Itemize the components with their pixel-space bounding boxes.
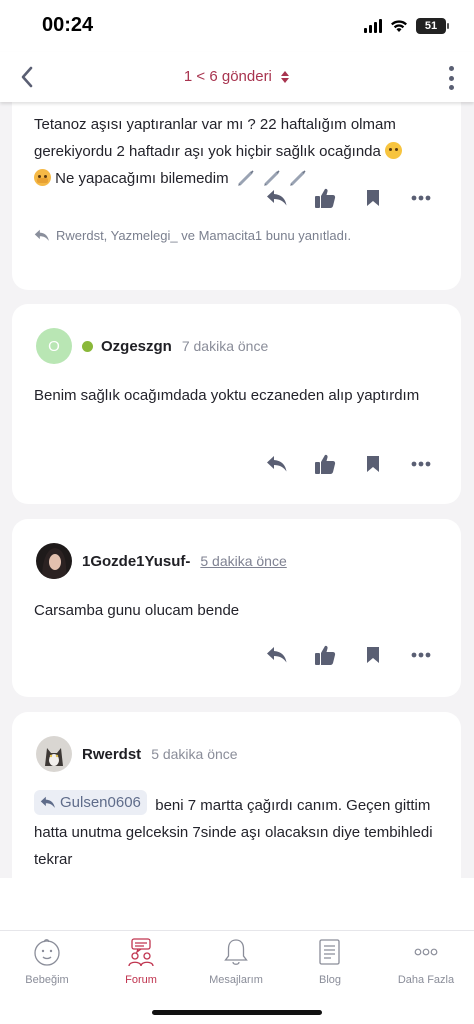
post-header: O Ozgeszgn 7 dakika önce <box>36 328 268 364</box>
bookmark-icon <box>367 647 379 663</box>
tab-label: Mesajlarım <box>209 974 263 986</box>
post-header: 1Gozde1Yusuf- 5 dakika önce <box>36 543 287 579</box>
fearful-face-emoji-icon <box>34 169 51 186</box>
post-text: Carsamba gunu olucam bende <box>34 602 240 619</box>
reply-button[interactable] <box>265 186 289 210</box>
username[interactable]: 1Gozde1Yusuf- <box>82 553 190 570</box>
post-actions <box>265 643 433 667</box>
avatar[interactable] <box>36 736 72 772</box>
dot <box>448 75 454 81</box>
bookmark-button[interactable] <box>361 452 385 476</box>
tab-blog[interactable]: Blog <box>290 937 370 986</box>
tab-label: Bebeğim <box>25 974 69 986</box>
syringe-emoji-icon <box>290 170 306 186</box>
post-text-part: Ne yapacağımı bilemedim <box>55 170 229 187</box>
username[interactable]: Ozgeszgn <box>101 338 172 355</box>
page-selector[interactable]: 1 < 6 gönderi <box>0 68 474 85</box>
sort-arrows-icon <box>281 71 290 84</box>
user-photo-avatar <box>36 543 72 579</box>
syringe-emoji-icon <box>237 170 254 186</box>
reply-icon <box>40 796 55 808</box>
reply-icon <box>267 190 287 206</box>
avatar-letter: O <box>48 337 60 355</box>
bell-icon <box>220 937 252 967</box>
tab-label: Forum <box>125 974 157 986</box>
wifi-icon <box>391 20 407 32</box>
more-options-button[interactable] <box>442 64 460 92</box>
status-icons: 51 <box>364 18 449 34</box>
bookmark-button[interactable] <box>361 186 385 210</box>
status-time: 00:24 <box>42 14 94 36</box>
tab-forum[interactable]: Forum <box>101 937 181 986</box>
post-actions <box>265 186 433 210</box>
tab-daha-fazla[interactable]: Daha Fazla <box>386 937 466 986</box>
post-header: Rwerdst 5 dakika önce <box>36 736 238 772</box>
like-button[interactable] <box>313 186 337 210</box>
tab-label: Blog <box>318 974 342 986</box>
like-button[interactable] <box>313 643 337 667</box>
dot <box>448 66 454 71</box>
more-horizontal-icon <box>411 461 431 467</box>
pleading-face-emoji-icon <box>385 142 403 159</box>
home-indicator <box>152 1010 322 1015</box>
more-horizontal-icon <box>411 195 431 201</box>
post-text: Benim sağlık ocağımdada yoktu eczaneden … <box>34 387 420 404</box>
tab-mesajlarim[interactable]: Mesajlarım <box>196 937 276 986</box>
battery-icon: 51 <box>416 18 449 34</box>
nav-bar: 1 < 6 gönderi <box>0 52 474 102</box>
reply-button[interactable] <box>265 452 289 476</box>
bookmark-icon <box>367 190 379 206</box>
reply-icon <box>267 456 287 472</box>
avatar[interactable]: O <box>36 328 72 364</box>
more-actions-button[interactable] <box>409 643 433 667</box>
reply-icon <box>267 647 287 663</box>
replied-by-text: Rwerdst, Yazmelegi_ ve Mamacita1 bunu ya… <box>56 228 352 243</box>
status-bar: 00:24 51 <box>0 0 474 52</box>
thumbs-up-icon <box>315 454 336 474</box>
cellular-signal-icon <box>364 19 382 33</box>
page-title: 1 < 6 gönderi <box>183 68 272 85</box>
thumbs-up-icon <box>315 645 336 665</box>
tab-label: Daha Fazla <box>397 974 455 986</box>
reply-icon <box>34 229 49 241</box>
avatar[interactable] <box>36 543 72 579</box>
battery-level: 51 <box>424 20 438 32</box>
more-actions-button[interactable] <box>409 452 433 476</box>
cat-photo-avatar <box>36 736 72 772</box>
tab-bebegim[interactable]: Bebeğim <box>7 937 87 986</box>
post-list: Tetanoz aşısı yaptıranlar var mı ? 22 ha… <box>0 102 474 878</box>
post-actions <box>265 452 433 476</box>
quoted-username: Gulsen0606 <box>60 794 141 811</box>
reply-button[interactable] <box>265 643 289 667</box>
dot <box>448 85 454 90</box>
post-card: Rwerdst 5 dakika önce Gulsen0606 beni 7 … <box>12 712 461 878</box>
online-status-indicator <box>82 340 93 352</box>
quoted-user-chip[interactable]: Gulsen0606 <box>34 790 147 815</box>
post-card: Tetanoz aşısı yaptıranlar var mı ? 22 ha… <box>12 102 461 290</box>
post-card: 1Gozde1Yusuf- 5 dakika önce Carsamba gun… <box>12 519 461 697</box>
username[interactable]: Rwerdst <box>82 746 141 763</box>
more-dots-icon <box>410 937 442 967</box>
post-text-part: Tetanoz aşısı yaptıranlar var mı ? 22 ha… <box>34 116 396 160</box>
baby-face-icon <box>31 937 63 967</box>
thumbs-up-icon <box>315 188 336 208</box>
like-button[interactable] <box>313 452 337 476</box>
post-card: O Ozgeszgn 7 dakika önce Benim sağlık oc… <box>12 304 461 504</box>
post-time[interactable]: 5 dakika önce <box>200 553 286 569</box>
replied-by-line[interactable]: Rwerdst, Yazmelegi_ ve Mamacita1 bunu ya… <box>34 228 351 243</box>
bookmark-button[interactable] <box>361 643 385 667</box>
post-time: 5 dakika önce <box>151 746 238 762</box>
content-footer-space <box>0 878 474 930</box>
post-text: Tetanoz aşısı yaptıranlar var mı ? 22 ha… <box>34 111 443 192</box>
more-horizontal-icon <box>411 652 431 658</box>
post-time: 7 dakika önce <box>181 338 269 354</box>
post-text: Gulsen0606 beni 7 martta çağırdı canım. … <box>34 790 443 873</box>
syringe-emoji-icon <box>264 170 280 186</box>
bookmark-icon <box>367 456 379 472</box>
document-icon <box>314 937 346 967</box>
more-actions-button[interactable] <box>409 186 433 210</box>
forum-people-icon <box>125 937 157 967</box>
